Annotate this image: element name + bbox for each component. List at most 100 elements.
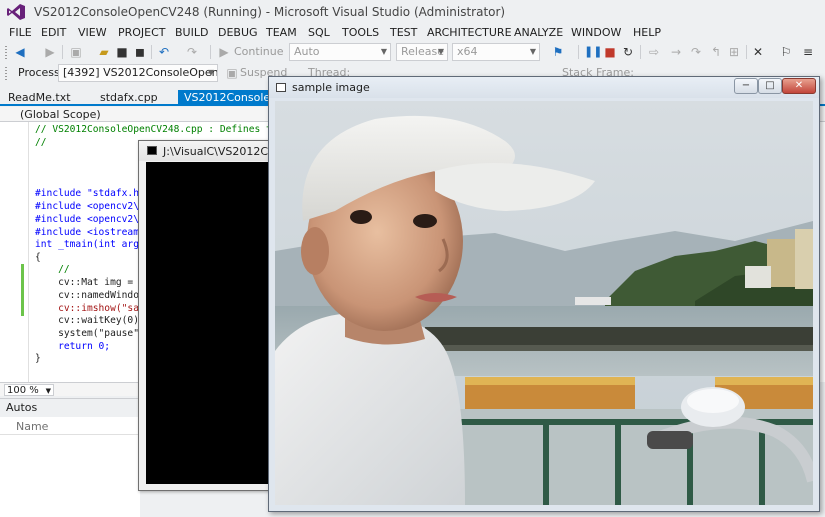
console-title-bar[interactable]: J:\VisualC\VS2012Console [139, 141, 304, 161]
tab-readme[interactable]: ReadMe.txt [2, 90, 77, 106]
code-line: { [35, 252, 41, 263]
attach-debugger-icon[interactable]: ⚑ [550, 44, 566, 60]
open-file-icon[interactable]: ▰ [96, 44, 112, 60]
platform-select[interactable]: x64 ▼ [452, 43, 540, 61]
code-line: #include <iostream> [35, 227, 145, 238]
close-button[interactable]: ✕ [782, 78, 816, 94]
standard-toolbar: ◀ ▶ ▣ ▰ ■ ◼ ↶ ↷ ▶ Continue Auto ▼ Releas… [0, 42, 825, 62]
toolbar-separator [578, 45, 579, 59]
navigate-forward-icon[interactable]: ▶ [42, 44, 58, 60]
code-line: return 0; [35, 341, 111, 352]
toolbar-grip[interactable] [4, 45, 8, 59]
code-line: cv::namedWindow [35, 290, 145, 301]
menu-window[interactable]: WINDOW [571, 26, 621, 39]
solution-config-value: Auto [294, 45, 320, 58]
zoom-value: 100 % [7, 385, 39, 396]
process-value: [4392] VS2012ConsoleOpenCV2 [63, 66, 218, 79]
new-project-icon[interactable]: ▣ [68, 44, 84, 60]
menu-file[interactable]: FILE [9, 26, 32, 39]
menu-analyze[interactable]: ANALYZE [514, 26, 563, 39]
save-all-icon[interactable]: ◼ [132, 44, 148, 60]
toolbar-separator [640, 45, 641, 59]
toolbar-grip[interactable] [4, 66, 8, 80]
zoom-select[interactable]: 100 % ▼ [4, 384, 54, 396]
menu-edit[interactable]: EDIT [41, 26, 66, 39]
menu-team[interactable]: TEAM [266, 26, 297, 39]
navigate-back-icon[interactable]: ◀ [12, 44, 28, 60]
console-window: J:\VisualC\VS2012Console [138, 140, 304, 491]
suspend-icon[interactable]: ▣ [224, 65, 240, 81]
code-line: system("pause") [35, 328, 145, 339]
autos-column-name[interactable]: Name [0, 419, 140, 435]
stop-debugging-icon[interactable]: ■ [602, 44, 618, 60]
breakpoints-icon[interactable]: ✕ [750, 44, 766, 60]
dropdown-arrow-icon: ▼ [380, 47, 387, 56]
step-over-icon[interactable]: ↷ [688, 44, 704, 60]
show-next-statement-icon[interactable]: ⇨ [646, 44, 662, 60]
save-icon[interactable]: ■ [114, 44, 130, 60]
maximize-button[interactable]: □ [758, 78, 782, 94]
solution-config-select[interactable]: Auto ▼ [289, 43, 391, 61]
toolbar-separator [151, 45, 152, 59]
code-line: #include <opencv2\h [35, 214, 145, 225]
toolbar-separator [746, 45, 747, 59]
autos-panel: Autos Name [0, 398, 140, 517]
minimize-button[interactable]: − [734, 78, 758, 94]
toolbar-separator [210, 45, 211, 59]
menu-build[interactable]: BUILD [175, 26, 208, 39]
continue-button[interactable]: Continue [234, 45, 283, 58]
window-app-icon [276, 83, 286, 92]
window-title: VS2012ConsoleOpenCV248 (Running) - Micro… [34, 5, 506, 19]
code-line: #include "stdafx.h" [35, 188, 145, 199]
code-line: cv::imshow("sam [35, 303, 145, 314]
code-line: cv::Mat img = c [35, 277, 145, 288]
menu-test[interactable]: TEST [390, 26, 417, 39]
undo-icon[interactable]: ↶ [156, 44, 172, 60]
platform-value: x64 [457, 45, 478, 58]
redo-icon[interactable]: ↷ [184, 44, 200, 60]
dropdown-arrow-icon: ▼ [45, 387, 51, 395]
comment-out-icon[interactable]: ≡ [800, 44, 816, 60]
image-window-title-bar[interactable]: sample image − □ ✕ [269, 77, 819, 98]
menu-architecture[interactable]: ARCHITECTURE [427, 26, 512, 39]
scope-dropdown[interactable]: (Global Scope) [20, 108, 101, 121]
break-all-icon[interactable]: ❚❚ [584, 44, 602, 60]
code-line: // [35, 264, 70, 275]
change-tracking-bar [21, 264, 24, 316]
build-config-select[interactable]: Release ▼ [396, 43, 448, 61]
continue-icon[interactable]: ▶ [216, 44, 232, 60]
menu-sql[interactable]: SQL [308, 26, 330, 39]
menu-tools[interactable]: TOOLS [342, 26, 379, 39]
code-line: int _tmain(int argc [35, 239, 145, 250]
sample-image-photo [275, 101, 813, 505]
code-line: } [35, 353, 41, 364]
menu-project[interactable]: PROJECT [118, 26, 166, 39]
code-line: cv::waitKey(0); [35, 315, 145, 326]
code-line: // [35, 137, 47, 148]
step-out-icon[interactable]: ↰ [708, 44, 724, 60]
restart-icon[interactable]: ↻ [620, 44, 636, 60]
dropdown-arrow-icon: ▼ [529, 47, 536, 56]
dropdown-arrow-icon: ▼ [207, 68, 214, 77]
hex-display-icon[interactable]: ⊞ [726, 44, 742, 60]
autos-title: Autos [0, 399, 140, 417]
photo-of-boy-at-lake-image [275, 101, 813, 505]
menu-help[interactable]: HELP [633, 26, 661, 39]
code-line: // VS2012ConsoleOpenCV248.cpp : Defines … [35, 124, 278, 135]
console-output[interactable] [146, 162, 273, 484]
step-into-icon[interactable]: → [668, 44, 684, 60]
menu-bar: FILE EDIT VIEW PROJECT BUILD DEBUG TEAM … [0, 24, 825, 42]
image-window-title: sample image [292, 81, 370, 94]
menu-debug[interactable]: DEBUG [218, 26, 258, 39]
console-app-icon [147, 146, 157, 155]
toolbar-separator [62, 45, 63, 59]
visual-studio-logo-icon [7, 4, 25, 20]
sample-image-window: sample image − □ ✕ [268, 76, 820, 512]
bookmark-icon[interactable]: ⚐ [778, 44, 794, 60]
process-label: Process: [18, 66, 64, 79]
process-select[interactable]: [4392] VS2012ConsoleOpenCV2 ▼ [58, 64, 218, 82]
title-bar: VS2012ConsoleOpenCV248 (Running) - Micro… [0, 0, 825, 24]
menu-view[interactable]: VIEW [78, 26, 107, 39]
editor-margin [28, 122, 29, 382]
tab-stdafx[interactable]: stdafx.cpp [94, 90, 164, 106]
